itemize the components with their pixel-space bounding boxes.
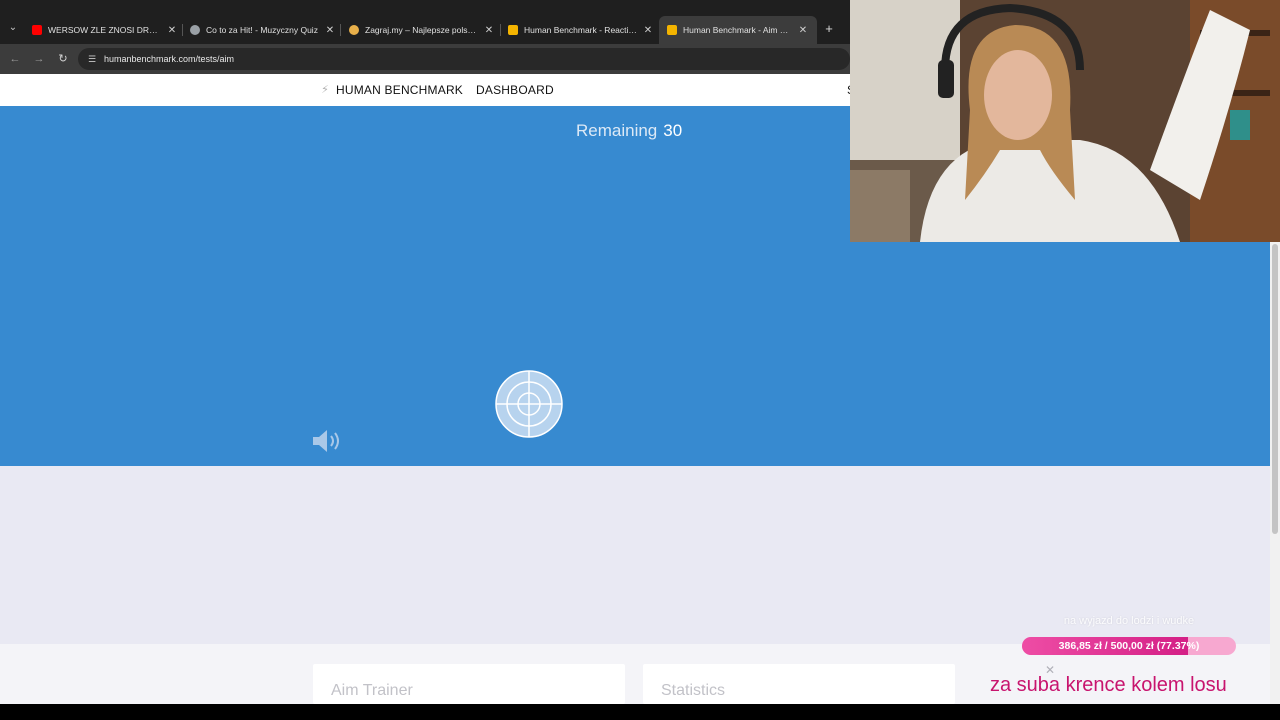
- scrollbar-thumb[interactable]: [1272, 244, 1278, 534]
- back-arrow-icon[interactable]: ←: [7, 51, 23, 67]
- bolt-icon: [508, 25, 518, 35]
- card-title: Aim Trainer: [331, 682, 413, 699]
- plus-icon[interactable]: +: [822, 20, 836, 38]
- close-icon[interactable]: ✕: [166, 25, 178, 36]
- donation-progress-bar: 386,85 zł / 500,00 zł (77.37%): [1022, 637, 1236, 655]
- tab-title: Human Benchmark - Reaction T: [524, 25, 638, 35]
- tab-zagraj[interactable]: Zagraj.my – Najlepsze polskie g ✕: [349, 20, 495, 40]
- statistics-card: Statistics: [643, 664, 955, 704]
- globe-icon: [190, 25, 200, 35]
- taskbar-edge: [0, 704, 1280, 720]
- tab-co-to-za-hit[interactable]: Co to za Hit! - Muzyczny Quiz ✕: [190, 20, 336, 40]
- remaining-count: 30: [663, 121, 683, 140]
- close-icon[interactable]: ✕: [797, 25, 809, 36]
- tab-reaction-time[interactable]: Human Benchmark - Reaction T ✕: [508, 20, 654, 40]
- logo-bolt-icon: ⚡: [321, 84, 329, 96]
- card-title: Statistics: [661, 682, 726, 699]
- screen: ⌄ WERSOW ZLE ZNOSI DRUGA C ✕ Co to za Hi…: [0, 0, 1280, 720]
- close-icon[interactable]: ✕: [324, 25, 336, 36]
- close-icon[interactable]: ✕: [642, 25, 654, 36]
- tab-wersow[interactable]: WERSOW ZLE ZNOSI DRUGA C ✕: [32, 20, 178, 40]
- aim-trainer-card: Aim Trainer: [313, 664, 625, 704]
- tab-aim-trainer[interactable]: Human Benchmark - Aim Traine ✕: [659, 16, 817, 44]
- speaker-icon[interactable]: [311, 428, 345, 454]
- forward-arrow-icon[interactable]: →: [31, 51, 47, 67]
- close-icon[interactable]: ✕: [483, 25, 495, 36]
- donation-progress-label: 386,85 zł / 500,00 zł (77.37%): [1058, 640, 1200, 652]
- user-icon: [349, 25, 359, 35]
- webcam-video: [850, 0, 1280, 242]
- address-bar[interactable]: ☰ humanbenchmark.com/tests/aim: [78, 48, 850, 70]
- remaining-label: Remaining: [576, 121, 658, 140]
- tab-search-chevron-icon[interactable]: ⌄: [6, 21, 20, 35]
- reload-icon[interactable]: ↻: [55, 51, 71, 67]
- url-text[interactable]: humanbenchmark.com/tests/aim: [104, 53, 234, 65]
- tab-title: Human Benchmark - Aim Traine: [683, 25, 793, 35]
- webcam-overlay: [850, 0, 1280, 242]
- donation-goal-title: na wyjazd do lodzi i wudke: [1063, 615, 1195, 627]
- bolt-icon: [667, 25, 677, 35]
- crosshair-target-icon[interactable]: [495, 370, 563, 438]
- tab-title: Zagraj.my – Najlepsze polskie g: [365, 25, 479, 35]
- stream-ticker-text: za suba krence kolem losu: [990, 674, 1227, 696]
- youtube-icon: [32, 25, 42, 35]
- site-settings-icon[interactable]: ☰: [86, 53, 98, 65]
- tab-title: WERSOW ZLE ZNOSI DRUGA C: [48, 25, 162, 35]
- dashboard-link[interactable]: DASHBOARD: [476, 82, 554, 98]
- tab-title: Co to za Hit! - Muzyczny Quiz: [206, 25, 318, 35]
- brand-link[interactable]: HUMAN BENCHMARK: [336, 82, 463, 98]
- remaining-counter: Remaining 30: [576, 120, 682, 142]
